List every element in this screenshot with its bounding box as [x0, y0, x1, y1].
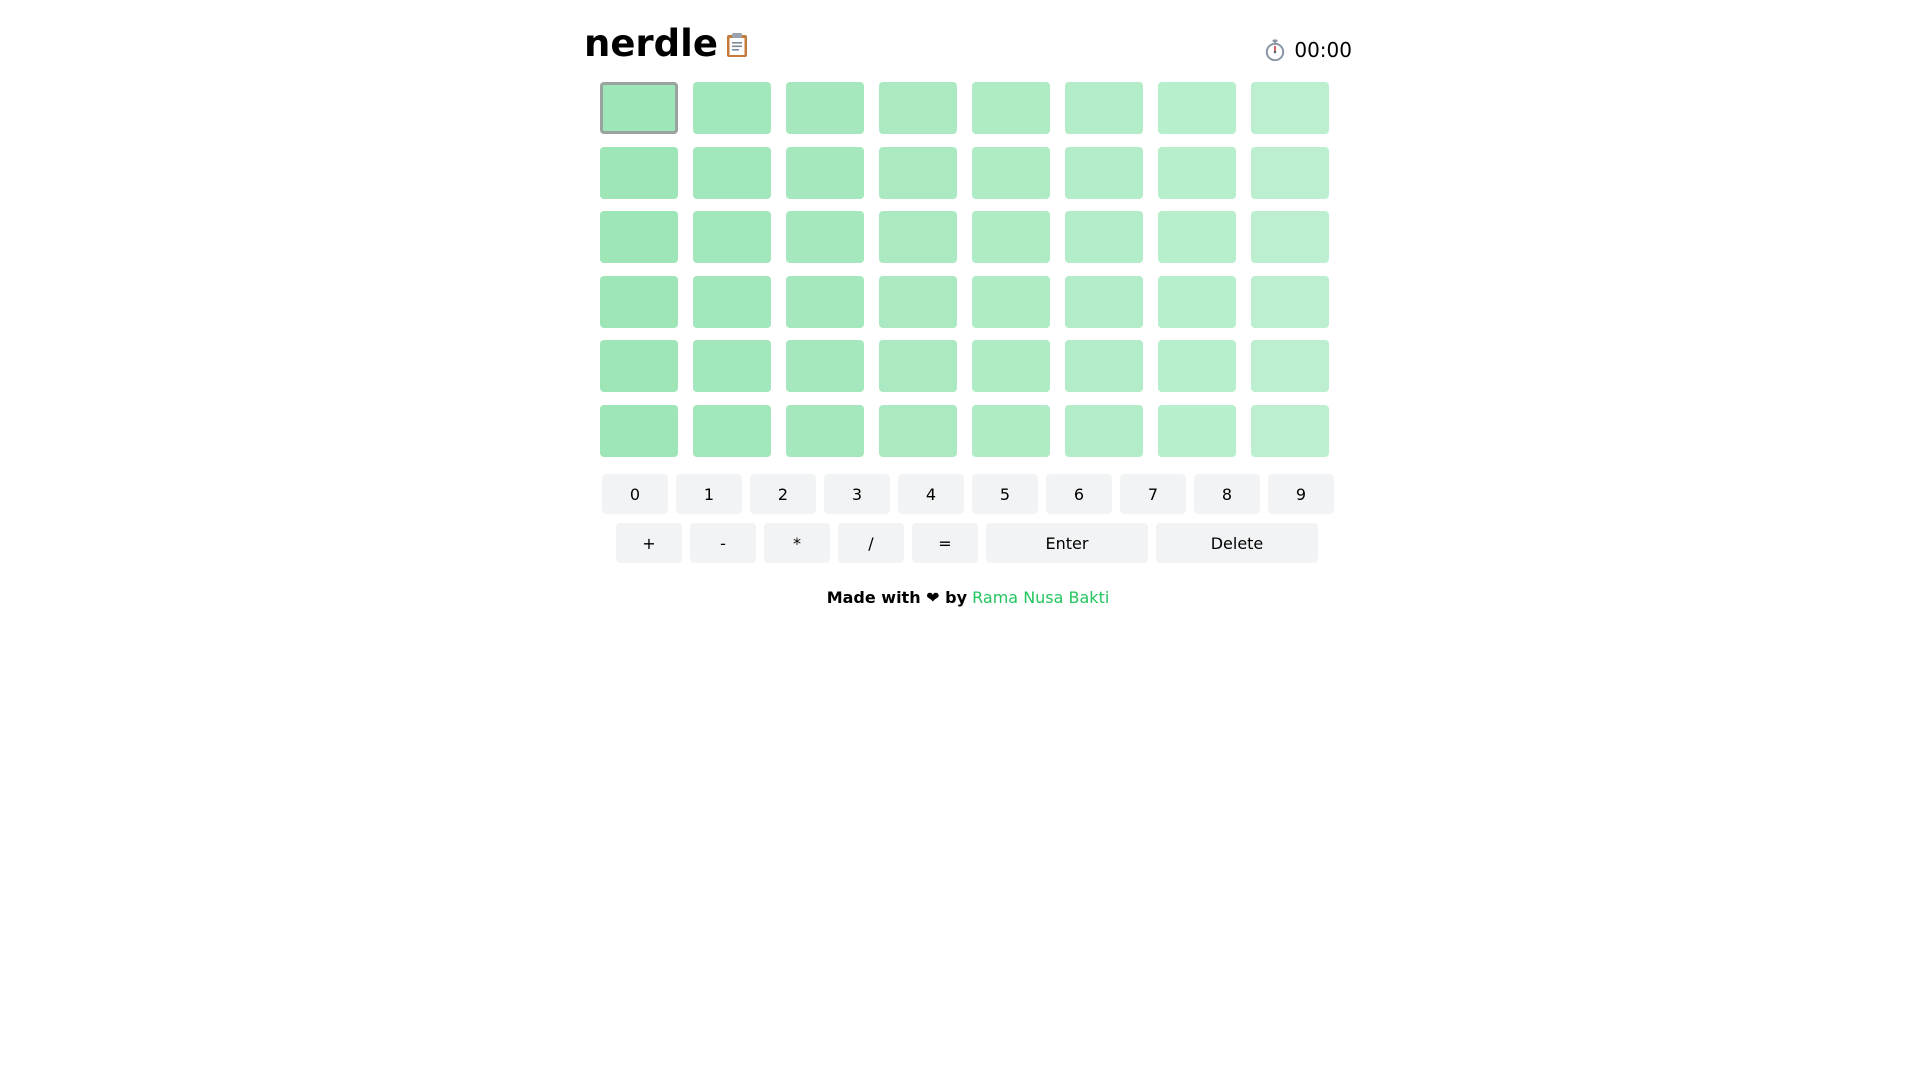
tile-r2-c7[interactable]	[1158, 146, 1236, 199]
tile-r6-c3[interactable]	[786, 404, 864, 457]
tile-r3-c5[interactable]	[972, 211, 1050, 263]
key-7[interactable]: 7	[1120, 474, 1186, 514]
tile-r1-c3[interactable]	[786, 82, 864, 134]
key-divide[interactable]: /	[838, 523, 904, 563]
tile-r4-c7[interactable]	[1158, 275, 1236, 328]
tile-r4-c5[interactable]	[972, 275, 1050, 328]
tile-r2-c6[interactable]	[1065, 146, 1143, 199]
app-title: nerdle	[584, 22, 718, 65]
game-board	[600, 82, 1329, 457]
tile-r1-c1[interactable]	[600, 82, 678, 134]
delete-key[interactable]: Delete	[1156, 523, 1318, 563]
clipboard-icon[interactable]	[726, 32, 748, 58]
tile-r5-c2[interactable]	[693, 340, 771, 392]
tile-r1-c7[interactable]	[1158, 82, 1236, 134]
tile-r5-c4[interactable]	[879, 340, 957, 392]
tile-r1-c2[interactable]	[693, 82, 771, 134]
tile-r5-c6[interactable]	[1065, 340, 1143, 392]
footer: Made with ❤ by Rama Nusa Bakti	[584, 586, 1352, 610]
key-9[interactable]: 9	[1268, 474, 1334, 514]
operator-keys: + - * / = Enter Delete	[616, 523, 1326, 563]
tile-r4-c4[interactable]	[879, 275, 957, 328]
key-8[interactable]: 8	[1194, 474, 1260, 514]
tile-r6-c2[interactable]	[693, 404, 771, 457]
tile-r5-c5[interactable]	[972, 340, 1050, 392]
key-4[interactable]: 4	[898, 474, 964, 514]
key-6[interactable]: 6	[1046, 474, 1112, 514]
key-multiply[interactable]: *	[764, 523, 830, 563]
tile-r6-c4[interactable]	[879, 404, 957, 457]
key-equals[interactable]: =	[912, 523, 978, 563]
tile-r3-c7[interactable]	[1158, 211, 1236, 263]
tile-r2-c8[interactable]	[1251, 146, 1329, 199]
tile-r4-c6[interactable]	[1065, 275, 1143, 328]
tile-r1-c6[interactable]	[1065, 82, 1143, 134]
tile-r5-c3[interactable]	[786, 340, 864, 392]
tile-r1-c5[interactable]	[972, 82, 1050, 134]
tile-r2-c4[interactable]	[879, 146, 957, 199]
enter-key[interactable]: Enter	[986, 523, 1148, 563]
tile-r1-c4[interactable]	[879, 82, 957, 134]
key-2[interactable]: 2	[750, 474, 816, 514]
tile-r3-c2[interactable]	[693, 211, 771, 263]
tile-r2-c3[interactable]	[786, 146, 864, 199]
tile-r3-c8[interactable]	[1251, 211, 1329, 263]
key-1[interactable]: 1	[676, 474, 742, 514]
footer-credit: Made with ❤ by	[827, 588, 967, 607]
key-plus[interactable]: +	[616, 523, 682, 563]
tile-r3-c3[interactable]	[786, 211, 864, 263]
by-text: by	[945, 588, 968, 607]
author-link[interactable]: Rama Nusa Bakti	[972, 588, 1109, 607]
tile-r2-c2[interactable]	[693, 146, 771, 199]
tile-r6-c8[interactable]	[1251, 404, 1329, 457]
key-3[interactable]: 3	[824, 474, 890, 514]
tile-r6-c6[interactable]	[1065, 404, 1143, 457]
key-0[interactable]: 0	[602, 474, 668, 514]
tile-r2-c5[interactable]	[972, 146, 1050, 199]
tile-r4-c1[interactable]	[600, 275, 678, 328]
digit-keys: 0123456789	[602, 474, 1342, 514]
tile-r5-c8[interactable]	[1251, 340, 1329, 392]
timer-value: 00:00	[1294, 38, 1352, 62]
tile-r1-c8[interactable]	[1251, 82, 1329, 134]
tile-r6-c1[interactable]	[600, 404, 678, 457]
tile-r3-c6[interactable]	[1065, 211, 1143, 263]
header: nerdle 00:00	[584, 0, 1352, 80]
tile-r6-c7[interactable]	[1158, 404, 1236, 457]
timer: 00:00	[1264, 37, 1352, 63]
nerdle-app: nerdle 00:00 0 1 2 3 4 5 6 7 8 9 + - * /…	[584, 0, 1352, 607]
stopwatch-icon	[1264, 39, 1286, 62]
tile-r6-c5[interactable]	[972, 404, 1050, 457]
heart-icon: ❤	[926, 588, 940, 607]
tile-r4-c8[interactable]	[1251, 275, 1329, 328]
key-minus[interactable]: -	[690, 523, 756, 563]
key-5[interactable]: 5	[972, 474, 1038, 514]
tile-r5-c1[interactable]	[600, 340, 678, 392]
tile-r5-c7[interactable]	[1158, 340, 1236, 392]
tile-r4-c2[interactable]	[693, 275, 771, 328]
made-with-text: Made with	[826, 588, 921, 607]
tile-r4-c3[interactable]	[786, 275, 864, 328]
tile-r3-c1[interactable]	[600, 211, 678, 263]
tile-r3-c4[interactable]	[879, 211, 957, 263]
tile-r2-c1[interactable]	[600, 146, 678, 199]
